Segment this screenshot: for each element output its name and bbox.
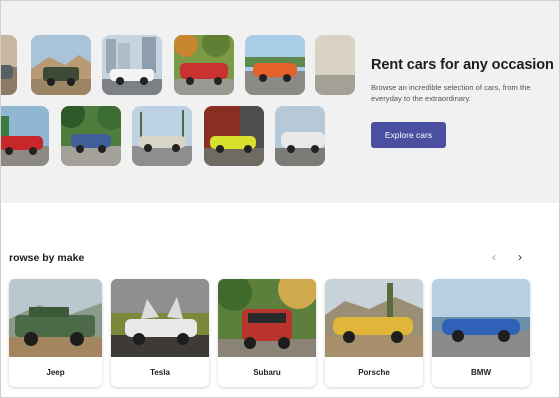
make-card-bmw[interactable]: BMW <box>432 279 530 387</box>
hero-car-tile[interactable] <box>174 35 234 95</box>
hero-car-tile[interactable] <box>31 35 91 95</box>
hero-car-tile[interactable] <box>1 106 49 166</box>
hero-title: Rent cars for any occasion <box>371 57 554 73</box>
hero-car-tile[interactable] <box>275 106 325 166</box>
make-label: Porsche <box>358 367 390 377</box>
page-frame: Rent cars for any occasion Browse an inc… <box>0 0 560 398</box>
hero-car-tile[interactable] <box>245 35 305 95</box>
porsche-image <box>325 279 423 357</box>
browse-by-make-heading: rowse by make <box>9 252 85 264</box>
make-card-subaru[interactable]: Subaru <box>218 279 316 387</box>
tesla-image <box>111 279 209 357</box>
make-label: Subaru <box>253 367 281 377</box>
make-card-tesla[interactable]: Tesla <box>111 279 209 387</box>
hero-car-tile[interactable] <box>132 106 192 166</box>
hero-car-tile[interactable] <box>315 35 355 95</box>
hero-subtitle: Browse an incredible selection of cars, … <box>371 83 531 103</box>
hero-copy: Rent cars for any occasion Browse an inc… <box>371 57 559 104</box>
hero-car-tile[interactable] <box>1 35 17 95</box>
make-label: Jeep <box>46 367 65 377</box>
carousel-prev-button[interactable]: ‹ <box>487 250 501 264</box>
make-card-porsche[interactable]: Porsche <box>325 279 423 387</box>
make-label: BMW <box>471 367 491 377</box>
subaru-image <box>218 279 316 357</box>
hero-car-tile[interactable] <box>61 106 121 166</box>
hero-banner: Rent cars for any occasion Browse an inc… <box>1 1 559 203</box>
carousel-next-button[interactable]: › <box>513 250 527 264</box>
make-label: Tesla <box>150 367 170 377</box>
explore-cars-button[interactable]: Explore cars <box>371 122 446 148</box>
hero-car-tile[interactable] <box>204 106 264 166</box>
make-card-jeep[interactable]: Jeep <box>9 279 102 387</box>
jeep-image <box>9 279 102 357</box>
bmw-image <box>432 279 530 357</box>
hero-car-tile[interactable] <box>102 35 162 95</box>
